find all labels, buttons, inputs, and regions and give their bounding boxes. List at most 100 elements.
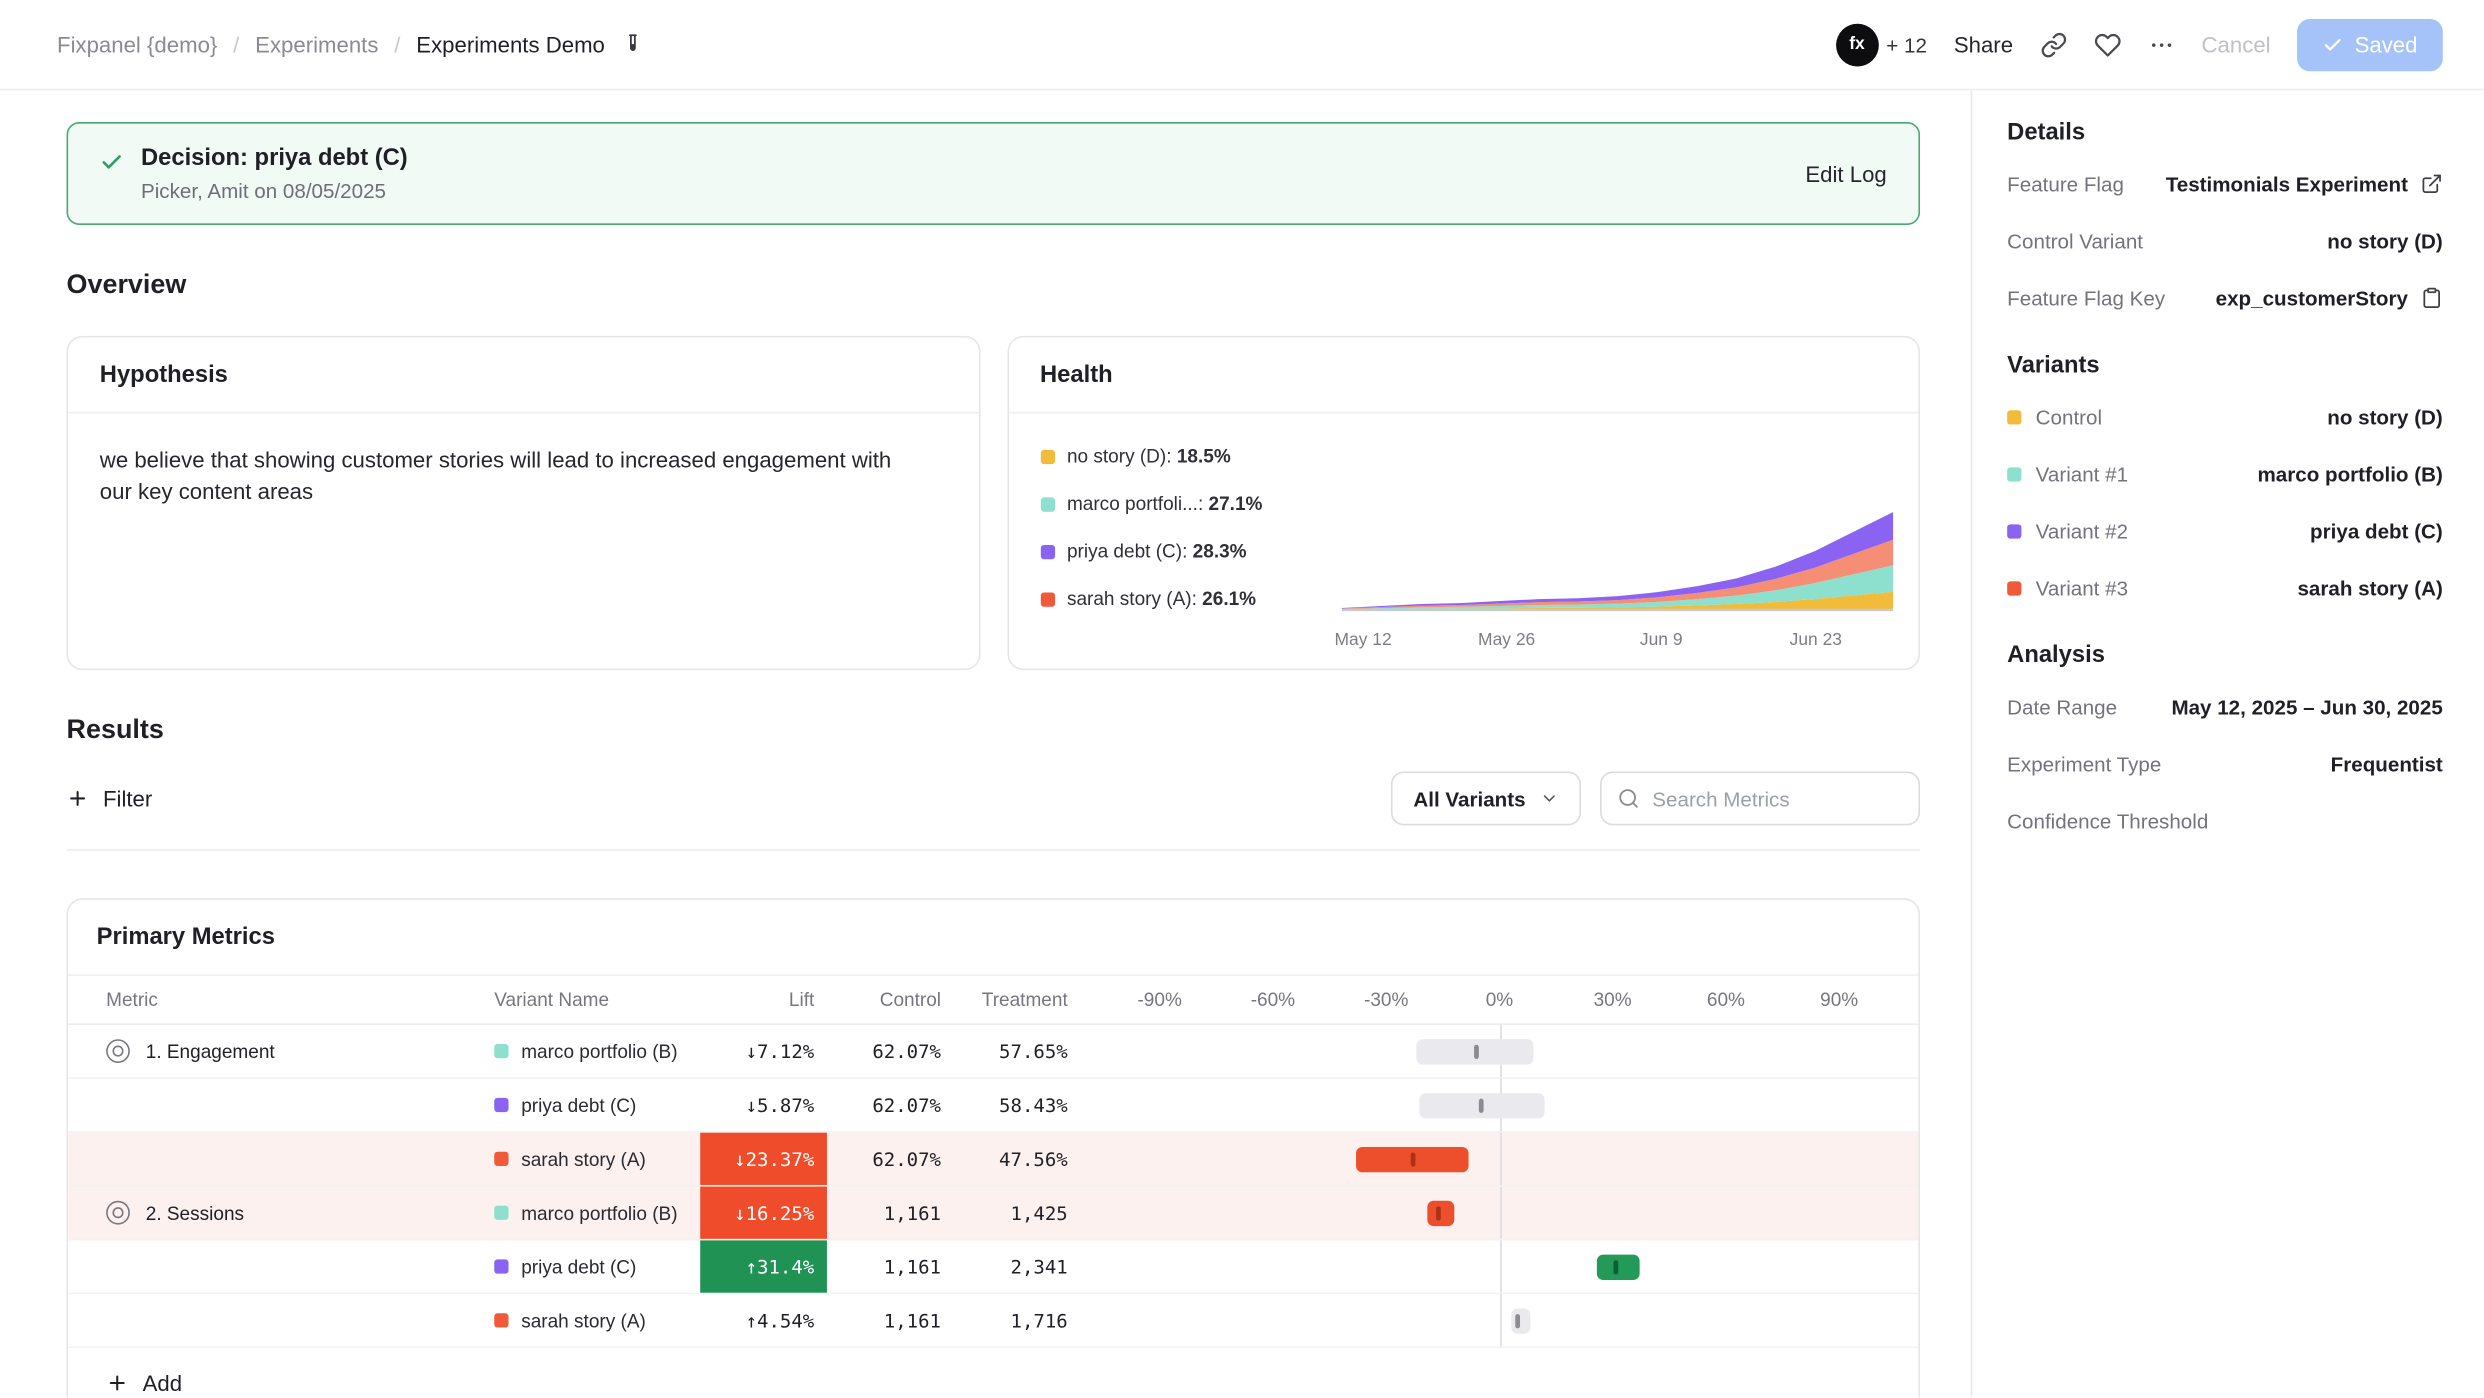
sidebar-value: Testimonials Experiment	[2166, 172, 2408, 196]
sidebar-label: Variant #2	[2007, 519, 2128, 543]
variant-swatch	[494, 1098, 508, 1112]
axis-tick-label: 60%	[1707, 989, 1745, 1011]
edit-log-button[interactable]: Edit Log	[1805, 161, 1886, 186]
breadcrumb-current[interactable]: Experiments Demo	[416, 32, 605, 57]
more-options-icon[interactable]	[2148, 31, 2175, 58]
axis-tick-label: -90%	[1137, 989, 1181, 1011]
divider	[67, 849, 1920, 851]
sidebar-value: exp_customerStory	[2216, 286, 2408, 310]
metric-row[interactable]: priya debt (C)↓5.87%62.07%58.43%	[68, 1079, 1918, 1133]
lift-point-marker	[1437, 1206, 1442, 1220]
sidebar-value: Frequentist	[2331, 752, 2443, 776]
results-heading: Results	[67, 714, 1920, 746]
lift-value: ↓23.37%	[700, 1133, 827, 1185]
x-axis-label: Jun 9	[1640, 631, 1683, 650]
copy-link-icon[interactable]	[2040, 31, 2067, 58]
metric-cell: 2. Sessions	[106, 1187, 494, 1239]
axis-tick-label: -60%	[1251, 989, 1295, 1011]
variant-row: Controlno story (D)	[2007, 388, 2443, 445]
zero-axis-line	[1499, 1294, 1501, 1346]
metric-target-icon	[106, 1201, 130, 1225]
legend-swatch	[1040, 497, 1054, 511]
overview-cards: Hypothesis we believe that showing custo…	[67, 336, 1920, 670]
sidebar-label: Date Range	[2007, 695, 2117, 719]
variant-row: Variant #1marco portfolio (B)	[2007, 445, 2443, 502]
lift-value: ↓16.25%	[700, 1187, 827, 1239]
breadcrumb-separator: /	[233, 32, 239, 57]
metrics-table-header: Metric Variant Name Lift Control Treatme…	[68, 976, 1918, 1025]
variant-name: marco portfolio (B)	[521, 1202, 677, 1224]
lift-value: ↓7.12%	[700, 1025, 827, 1077]
metric-row[interactable]: sarah story (A)↑4.54%1,1611,716	[68, 1294, 1918, 1348]
variant-filter-dropdown[interactable]: All Variants	[1391, 771, 1581, 825]
details-sidebar: Details Feature FlagTestimonials Experim…	[1972, 90, 2484, 1397]
metric-row[interactable]: sarah story (A)↓23.37%62.07%47.56%	[68, 1133, 1918, 1187]
primary-metrics-title: Primary Metrics	[68, 900, 1918, 976]
search-metrics-input[interactable]	[1652, 787, 1902, 811]
search-icon	[1617, 787, 1639, 809]
column-variant-name: Variant Name	[494, 976, 700, 1024]
metric-cell	[106, 1133, 494, 1185]
treatment-value: 1,716	[954, 1294, 1081, 1346]
variant-row: Variant #2 priya debt (C)	[2007, 502, 2443, 559]
favorite-heart-icon[interactable]	[2094, 31, 2121, 58]
treatment-value: 47.56%	[954, 1133, 1081, 1185]
sidebar-label: Control	[2007, 405, 2102, 429]
metric-cell	[106, 1079, 494, 1131]
metric-cell: 1. Engagement	[106, 1025, 494, 1077]
metric-row[interactable]: 1. Engagementmarco portfolio (B)↓7.12%62…	[68, 1025, 1918, 1079]
x-axis-label: May 12	[1335, 631, 1392, 650]
health-chart-x-axis: May 12May 26Jun 9Jun 23	[1341, 626, 1893, 658]
legend-swatch	[1040, 449, 1054, 463]
column-metric: Metric	[106, 976, 494, 1024]
avatar[interactable]: fx	[1836, 23, 1879, 66]
metrics-table-body: 1. Engagementmarco portfolio (B)↓7.12%62…	[68, 1025, 1918, 1348]
control-value: 1,161	[827, 1240, 954, 1292]
health-card: Health no story (D): 18.5%marco portfoli…	[1007, 336, 1920, 670]
treatment-value: 57.65%	[954, 1025, 1081, 1077]
breadcrumb-experiments[interactable]: Experiments	[255, 32, 378, 57]
variant-cell: marco portfolio (B)	[494, 1187, 700, 1239]
variants-rows: Controlno story (D)Variant #1marco portf…	[2007, 388, 2443, 616]
legend-item: priya debt (C): 28.3%	[1040, 540, 1322, 562]
overview-heading: Overview	[67, 269, 1920, 301]
lift-point-marker	[1614, 1259, 1619, 1273]
metric-row[interactable]: 2. Sessionsmarco portfolio (B)↓16.25%1,1…	[68, 1187, 1918, 1241]
lift-point-marker	[1474, 1044, 1479, 1058]
variant-name: sarah story (A)	[521, 1309, 646, 1331]
sidebar-value: priya debt (C)	[2310, 519, 2443, 543]
health-title: Health	[1008, 337, 1918, 413]
add-metric-button[interactable]: Add	[68, 1348, 210, 1397]
confidence-interval-cell	[1080, 1079, 1918, 1131]
variant-name: marco portfolio (B)	[521, 1040, 677, 1062]
x-axis-label: Jun 23	[1790, 631, 1842, 650]
column-control: Control	[827, 976, 954, 1024]
breadcrumb-workspace[interactable]: Fixpanel {demo}	[57, 32, 217, 57]
health-legend: no story (D): 18.5%marco portfoli...: 27…	[1040, 445, 1322, 664]
sidebar-label: Confidence Threshold	[2007, 809, 2208, 833]
add-filter-button[interactable]: Filter	[67, 786, 153, 811]
main-content: Decision: priya debt (C) Picker, Amit on…	[0, 90, 1972, 1397]
sidebar-value: sarah story (A)	[2297, 576, 2442, 600]
sidebar-value: marco portfolio (B)	[2257, 462, 2442, 486]
axis-tick-label: 30%	[1594, 989, 1632, 1011]
legend-label: sarah story (A): 26.1%	[1067, 588, 1256, 610]
chevron-down-icon	[1540, 789, 1559, 808]
hypothesis-text: we believe that showing customer stories…	[68, 413, 923, 539]
variant-name: priya debt (C)	[521, 1255, 636, 1277]
collaborators-count[interactable]: + 12	[1886, 32, 1927, 56]
metric-target-icon	[106, 1039, 130, 1063]
check-icon	[2323, 34, 2344, 55]
cancel-button[interactable]: Cancel	[2202, 32, 2271, 57]
analysis-row: Confidence Threshold	[2007, 792, 2443, 849]
variant-cell: priya debt (C)	[494, 1240, 700, 1292]
metric-name: 2. Sessions	[146, 1202, 244, 1224]
variant-swatch	[494, 1313, 508, 1327]
clipboard-icon[interactable]	[2421, 287, 2443, 309]
saved-button[interactable]: Saved	[2298, 18, 2443, 70]
external-link-icon[interactable]	[2421, 173, 2443, 195]
variant-name: sarah story (A)	[521, 1148, 646, 1170]
metric-row[interactable]: priya debt (C)↑31.4%1,1612,341	[68, 1240, 1918, 1294]
share-button[interactable]: Share	[1954, 32, 2013, 57]
axis-tick-label: -30%	[1364, 989, 1408, 1011]
